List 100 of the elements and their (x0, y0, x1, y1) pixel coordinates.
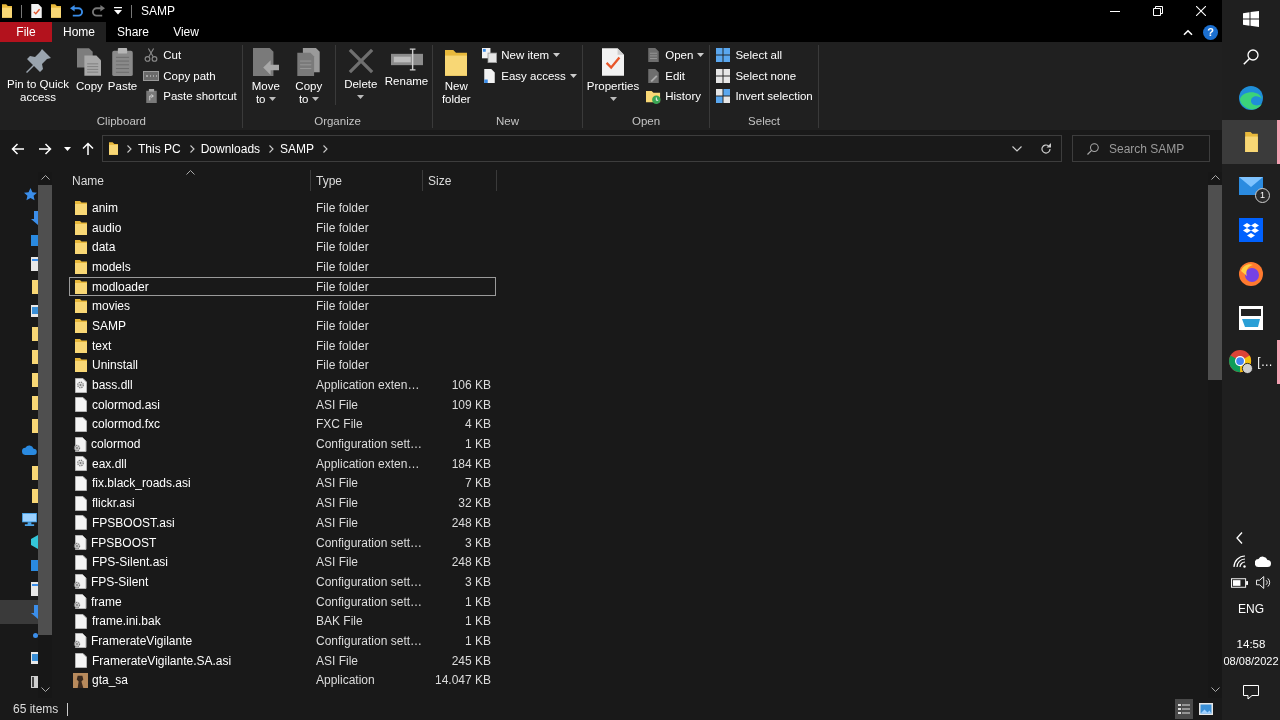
file-name: FPS-Silent.asi (92, 555, 169, 570)
file-row[interactable]: bass.dll Application exten… 106 KB (69, 375, 496, 395)
rename-button[interactable]: Rename (382, 45, 431, 90)
folder-icon (32, 489, 38, 504)
wifi-icon[interactable] (1232, 555, 1246, 568)
help-button[interactable]: ? (1203, 24, 1218, 40)
breadcrumb[interactable]: This PC (138, 141, 181, 156)
chevron-up-icon[interactable] (40, 175, 50, 180)
search-field[interactable]: Search SAMP (1072, 135, 1210, 162)
edit-button[interactable]: Edit (642, 65, 708, 86)
column-header[interactable]: Name (69, 170, 311, 191)
caret-icon[interactable] (114, 7, 122, 15)
chevron-icon[interactable] (269, 144, 275, 153)
clock-time[interactable]: 14:58 (1236, 637, 1266, 651)
volume-icon[interactable] (1255, 576, 1271, 589)
copy-button[interactable]: Copy (74, 45, 105, 95)
file-row[interactable]: gta_sa Application 14.047 KB (69, 670, 496, 691)
file-row[interactable]: FPS-Silent.asi ASI File 248 KB (69, 552, 496, 573)
file-row[interactable]: frame.ini.bak BAK File 1 KB (69, 611, 496, 632)
ribbon-tab[interactable]: Home (52, 22, 106, 42)
file-row[interactable]: flickr.asi ASI File 32 KB (69, 493, 496, 513)
select-none-button[interactable]: Select none (712, 65, 816, 86)
file-row[interactable]: audio File folder (69, 217, 496, 238)
details-view-button[interactable] (1175, 699, 1193, 719)
copy-icon (297, 48, 321, 76)
properties-button[interactable]: Properties (584, 45, 642, 107)
scroll-thumb[interactable] (1208, 185, 1222, 380)
chevron-icon[interactable] (189, 144, 195, 153)
paste-button[interactable]: Paste (105, 45, 140, 95)
breadcrumb[interactable]: SAMP (280, 141, 315, 156)
search-icon (1087, 143, 1099, 155)
column-header[interactable]: Size (423, 170, 497, 191)
refresh-icon[interactable] (1041, 143, 1052, 154)
properties-icon[interactable] (31, 4, 42, 18)
file-row[interactable]: FPS-Silent Configuration sett… 3 KB (69, 572, 496, 592)
redo-icon[interactable] (92, 4, 105, 18)
delete-button[interactable]: Delete (334, 45, 382, 105)
ribbon-tab[interactable]: File (0, 22, 52, 42)
invert-selection-button[interactable]: Invert selection (712, 86, 816, 107)
chevron-down-icon[interactable] (1210, 687, 1220, 692)
folder-icon (75, 318, 87, 333)
file-row[interactable]: SAMP File folder (69, 316, 496, 336)
easy-access-button[interactable]: Easy access (478, 65, 580, 86)
chevron-icon[interactable] (127, 144, 132, 153)
file-size: 106 KB (451, 378, 491, 393)
file-row[interactable]: data File folder (69, 237, 496, 258)
file-row[interactable]: modloader File folder (69, 276, 496, 297)
file-row[interactable]: FPSBOOST Configuration sett… 3 KB (69, 532, 496, 553)
file-row[interactable]: text File folder (69, 335, 496, 356)
file-row[interactable]: FramerateVigilante Configuration sett… 1 KB (69, 631, 496, 651)
file-row[interactable]: colormod.fxc FXC File 4 KB (69, 414, 496, 435)
pin-button[interactable]: Pin to Quick access (3, 45, 73, 105)
file-row[interactable]: eax.dll Application exten… 184 KB (69, 453, 496, 474)
file-row[interactable]: fix.black_roads.asi ASI File 7 KB (69, 473, 496, 494)
folder-icon[interactable] (51, 4, 61, 18)
file-row[interactable]: Uninstall File folder (69, 355, 496, 376)
taskbar-button[interactable] (1222, 120, 1280, 164)
file-type: BAK File (316, 614, 363, 629)
cut-button[interactable]: Cut (140, 45, 240, 66)
new-folder-button[interactable]: New folder (435, 45, 478, 107)
file-size: 4 KB (465, 417, 491, 432)
ribbon-tab[interactable]: Share (106, 22, 161, 42)
ribbon-tab[interactable]: View (160, 22, 213, 42)
up-arrow-icon[interactable] (82, 142, 94, 155)
language-indicator[interactable]: ENG (1238, 602, 1264, 616)
address-bar[interactable]: This PC Downloads SAMP (102, 135, 1062, 162)
taskbar-button[interactable]: [… (1222, 340, 1280, 384)
file-row[interactable]: FPSBOOST.asi ASI File 248 KB (69, 513, 496, 533)
move-to-button[interactable]: Move to (244, 45, 287, 107)
file-row[interactable]: colormod Configuration sett… 1 KB (69, 434, 496, 454)
file-row[interactable]: anim File folder (69, 198, 496, 218)
copy-to-button[interactable]: Copy to (287, 45, 330, 107)
new-item-button[interactable]: New item (478, 45, 580, 66)
open-button[interactable]: Open (642, 45, 708, 66)
caret-icon[interactable] (64, 146, 71, 151)
clock-date[interactable]: 08/08/2022 (1223, 654, 1279, 668)
chevron-left-icon[interactable] (1236, 532, 1243, 544)
select-all-button[interactable]: Select all (712, 45, 816, 66)
taskbar-button[interactable]: 1 (1222, 164, 1280, 208)
paste-shortcut-button[interactable]: Paste shortcut (140, 86, 240, 107)
history-button[interactable]: History (642, 86, 708, 107)
forward-arrow-icon[interactable] (39, 142, 52, 155)
cloud-icon[interactable] (1255, 556, 1271, 567)
back-arrow-icon[interactable] (11, 142, 24, 155)
chevron-down-icon[interactable] (40, 687, 50, 692)
chevron-up-icon[interactable] (1210, 175, 1220, 180)
file-row[interactable]: movies File folder (69, 296, 496, 317)
breadcrumb[interactable]: Downloads (200, 141, 261, 156)
battery-icon[interactable] (1230, 577, 1248, 588)
file-row[interactable]: FramerateVigilante.SA.asi ASI File 245 KB (69, 650, 496, 671)
column-header[interactable]: Type (311, 170, 423, 191)
file-row[interactable]: frame Configuration sett… 1 KB (69, 591, 496, 612)
notification-icon[interactable] (1243, 685, 1259, 700)
file-row[interactable]: models File folder (69, 257, 496, 277)
chevron-icon[interactable] (323, 144, 329, 153)
chevron-down-icon[interactable] (1012, 145, 1022, 152)
undo-icon[interactable] (70, 4, 83, 18)
copy-path-button[interactable]: Copy path (140, 65, 240, 86)
file-name: FPSBOOST (91, 535, 157, 550)
file-row[interactable]: colormod.asi ASI File 109 KB (69, 394, 496, 415)
